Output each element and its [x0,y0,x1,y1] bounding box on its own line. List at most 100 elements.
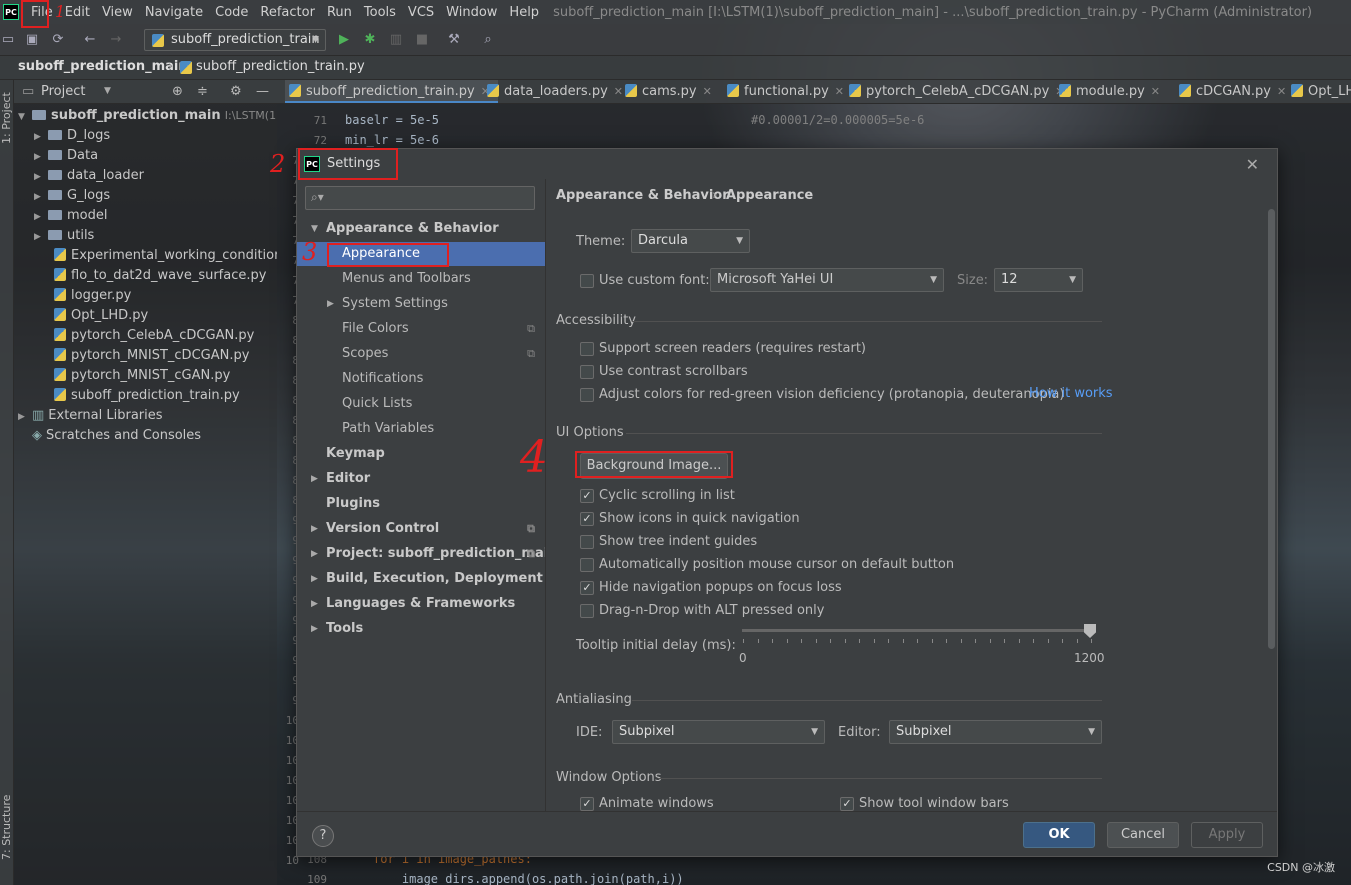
settings-nav-item[interactable]: ▼ Appearance & Behavior [297,217,545,241]
settings-nav-item[interactable]: File Colors ⧉ [297,317,545,341]
chevron-down-icon[interactable]: ▼ [104,80,111,103]
editor-tab[interactable]: functional.py ✕ [723,80,852,103]
menu-window[interactable]: Window [440,5,503,20]
menu-vcs[interactable]: VCS [402,5,440,20]
debug-icon[interactable]: ✱ [362,32,378,48]
settings-nav-item[interactable]: ▶ Editor [297,467,545,491]
menu-navigate[interactable]: Navigate [139,5,209,20]
structure-tool-tab[interactable]: 7: Structure [0,780,14,860]
settings-nav-item[interactable]: Notifications [297,367,545,391]
collapse-icon[interactable]: ≑ [197,80,208,103]
tree-item[interactable]: ▶ data_loader [14,166,277,186]
tree-item[interactable]: ▶ G_logs [14,186,277,206]
nav-file[interactable]: suboff_prediction_train.py [196,56,365,78]
tree-item[interactable]: pytorch_MNIST_cDCGAN.py [14,346,277,366]
sync-icon[interactable]: ⟳ [50,32,66,48]
tree-item[interactable]: logger.py [14,286,277,306]
settings-nav-item[interactable]: Menus and Toolbars [297,267,545,291]
apply-button[interactable]: Apply [1191,822,1263,848]
tree-item[interactable]: Opt_LHD.py [14,306,277,326]
cancel-button[interactable]: Cancel [1107,822,1179,848]
project-view-select[interactable]: Project [41,80,85,103]
ui-option-checkbox[interactable]: ✓ [580,489,594,503]
menu-view[interactable]: View [96,5,139,20]
ui-option-checkbox[interactable]: ✓ [580,581,594,595]
close-tab-icon[interactable]: ✕ [835,85,844,98]
tooltip-delay-slider[interactable] [742,624,1096,638]
tree-root[interactable]: ▼suboff_prediction_main I:\LSTM(1)\su [14,106,277,126]
font-select[interactable]: Microsoft YaHei UI ▼ [710,268,944,292]
tree-external-libraries[interactable]: ▶ ▥ External Libraries [14,406,277,426]
open-folder-icon[interactable]: ▭ [0,32,16,48]
editor-tab[interactable]: cDCGAN.py ✕ [1175,80,1294,103]
editor-tab[interactable]: Opt_LHD [1287,80,1351,103]
help-button[interactable]: ? [312,825,334,847]
ui-option-checkbox[interactable] [580,535,594,549]
settings-nav-item[interactable]: ▶ System Settings [297,292,545,316]
settings-nav-item[interactable]: Path Variables [297,417,545,441]
how-it-works-link[interactable]: How it works [1029,386,1113,401]
tree-item[interactable]: Experimental_working_conditions_d [14,246,277,266]
run-config-select[interactable]: suboff_prediction_train ▼ [144,29,326,51]
back-icon[interactable]: ← [82,32,98,48]
editor-tab[interactable]: pytorch_CelebA_cDCGAN.py✕ [845,80,1073,103]
run-icon[interactable]: ▶ [336,32,352,48]
font-size-select[interactable]: 12 ▼ [994,268,1083,292]
tool-window-bars-checkbox[interactable]: ✓ [840,797,854,811]
settings-nav-item[interactable]: ▶ Version Control ⧉ [297,517,545,541]
stop-icon[interactable]: ■ [414,32,430,48]
save-icon[interactable]: ▣ [24,32,40,48]
close-tab-icon[interactable]: ✕ [1151,85,1160,98]
ok-button[interactable]: OK [1023,822,1095,848]
custom-font-checkbox[interactable] [580,274,594,288]
editor-aa-select[interactable]: Subpixel ▼ [889,720,1102,744]
editor-tab[interactable]: data_loaders.py ✕ [483,80,631,103]
ui-option-checkbox[interactable] [580,558,594,572]
settings-nav-item[interactable]: ▶ Project: suboff_prediction_mai... ⧉ [297,542,545,566]
tree-item[interactable]: ▶ model [14,206,277,226]
ui-option-checkbox[interactable]: ✓ [580,512,594,526]
search-icon[interactable]: ⌕ [480,32,496,48]
editor-tab[interactable]: cams.py ✕ [621,80,720,103]
settings-nav-item[interactable]: ▶ Languages & Frameworks [297,592,545,616]
vertical-scrollbar[interactable] [1268,209,1275,649]
close-tab-icon[interactable]: ✕ [1277,85,1286,98]
wrench-icon[interactable]: ⚒ [446,32,462,48]
accessibility-checkbox[interactable] [580,365,594,379]
ui-option-checkbox[interactable] [580,604,594,618]
hide-icon[interactable]: — [256,80,269,103]
ide-aa-select[interactable]: Subpixel ▼ [612,720,825,744]
close-tab-icon[interactable]: ✕ [703,85,712,98]
settings-nav-item[interactable]: Scopes ⧉ [297,342,545,366]
tree-item[interactable]: ▶ Data [14,146,277,166]
tree-item[interactable]: suboff_prediction_train.py [14,386,277,406]
tree-item[interactable]: flo_to_dat2d_wave_surface.py [14,266,277,286]
project-tool-tab[interactable]: 1: Project [0,84,14,144]
editor-tab[interactable]: module.py ✕ [1055,80,1168,103]
settings-nav-item[interactable]: Keymap [297,442,545,466]
settings-nav-item[interactable]: Plugins [297,492,545,516]
accessibility-checkbox[interactable] [580,342,594,356]
nav-project[interactable]: suboff_prediction_main [18,56,188,78]
settings-search-input[interactable]: ⌕▾ [305,186,535,210]
menu-run[interactable]: Run [321,5,358,20]
forward-icon[interactable]: → [108,32,124,48]
locate-icon[interactable]: ⊕ [172,80,183,103]
settings-nav-item[interactable]: Quick Lists [297,392,545,416]
settings-nav-item[interactable]: ▶ Build, Execution, Deployment [297,567,545,591]
menu-refactor[interactable]: Refactor [254,5,321,20]
tree-scratches[interactable]: ◈ Scratches and Consoles [14,426,277,446]
coverage-icon[interactable]: ▥ [388,32,404,48]
menu-code[interactable]: Code [209,5,254,20]
tree-item[interactable]: ▶ utils [14,226,277,246]
close-icon[interactable]: ✕ [1246,155,1259,174]
theme-select[interactable]: Darcula ▼ [631,229,750,253]
animate-windows-checkbox[interactable]: ✓ [580,797,594,811]
editor-tab[interactable]: suboff_prediction_train.py ✕ [285,80,498,103]
tree-item[interactable]: pytorch_CelebA_cDCGAN.py [14,326,277,346]
tree-item[interactable]: ▶ D_logs [14,126,277,146]
settings-nav-item[interactable]: ▶ Tools [297,617,545,641]
menu-tools[interactable]: Tools [358,5,402,20]
accessibility-checkbox[interactable] [580,388,594,402]
gear-icon[interactable]: ⚙ [230,80,242,103]
